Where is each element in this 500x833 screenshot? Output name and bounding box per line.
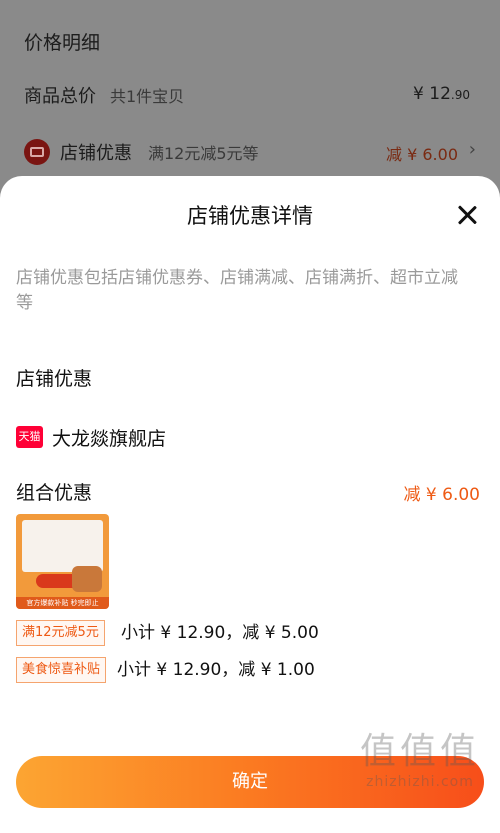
chevron-right-icon: › xyxy=(468,139,476,160)
goods-count: 共1件宝贝 xyxy=(110,87,185,106)
store-discount-label: 店铺优惠 xyxy=(60,143,132,164)
store-discount-row[interactable]: 店铺优惠 满12元减5元等 减 ¥ 6.00 › xyxy=(24,139,476,169)
section-title: 店铺优惠 xyxy=(16,368,93,390)
promotion-tag: 美食惊喜补贴 xyxy=(16,657,107,683)
product-thumbnail[interactable]: 官方爆款补贴 秒完即止 xyxy=(16,514,109,609)
store-discount-sheet: 店铺优惠详情 店铺优惠包括店铺优惠券、店铺满减、店铺满折、超市立减等 店铺优惠 … xyxy=(0,176,500,833)
shop-icon xyxy=(24,139,50,165)
thumbnail-band: 官方爆款补贴 秒完即止 xyxy=(16,597,109,609)
sheet-title: 店铺优惠详情 xyxy=(187,204,313,228)
watermark-logo: 值值值 zhizhizhi.com xyxy=(359,731,480,790)
discount-description: 店铺优惠包括店铺优惠券、店铺满减、店铺满折、超市立减等 xyxy=(16,268,458,313)
goods-total-row: 商品总价 共1件宝贝 ¥ 12.90 xyxy=(24,82,476,112)
combo-title: 组合优惠 xyxy=(16,482,93,504)
promotion-subtotal: 小计 ¥ 12.90，减 ¥ 5.00 xyxy=(121,623,319,643)
store-name: 大龙燚旗舰店 xyxy=(52,428,167,450)
promotion-subtotal: 小计 ¥ 12.90，减 ¥ 1.00 xyxy=(117,660,315,680)
store-discount-amount: 减 ¥ 6.00 xyxy=(386,145,458,164)
tmall-badge-icon: 天猫 xyxy=(16,426,43,448)
combo-discount-amount: 减 ¥ 6.00 xyxy=(403,485,480,505)
price-detail-background: 价格明细 商品总价 共1件宝贝 ¥ 12.90 店铺优惠 满12元减5元等 减 … xyxy=(0,0,500,200)
goods-total-label: 商品总价 xyxy=(24,86,96,107)
promotion-tag: 满12元减5元 xyxy=(16,620,105,646)
close-icon[interactable] xyxy=(454,202,480,228)
goods-total-amount: ¥ 12.90 xyxy=(413,84,470,104)
store-discount-summary: 满12元减5元等 xyxy=(148,144,259,163)
price-detail-title: 价格明细 xyxy=(24,32,101,54)
